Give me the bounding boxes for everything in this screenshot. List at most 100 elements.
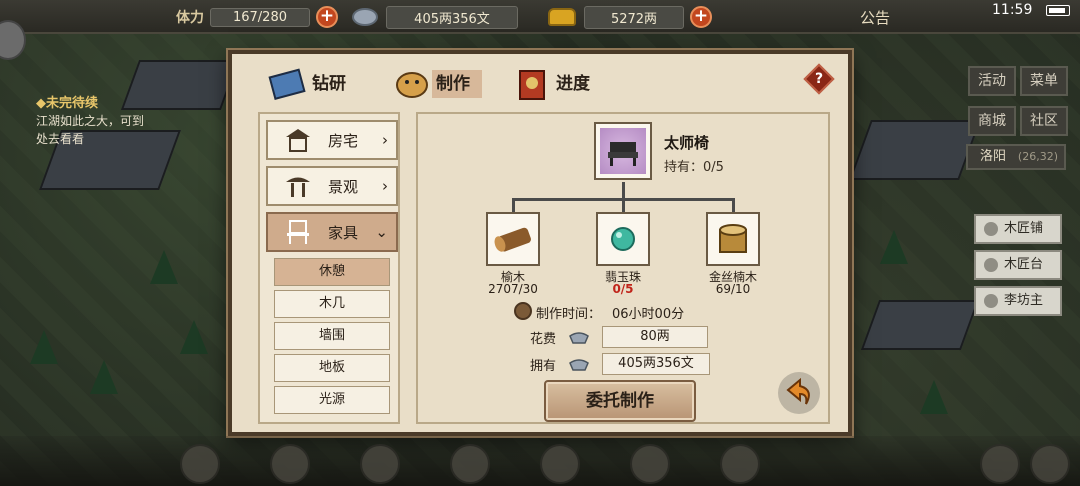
tab-label: 进度 xyxy=(556,74,590,94)
subcategory-light[interactable]: 光源 xyxy=(274,386,390,414)
category-housing[interactable]: 房宅 › xyxy=(266,120,398,160)
chevron-right-icon: › xyxy=(382,131,388,149)
back-button[interactable] xyxy=(776,370,822,416)
shop-entry-carpenter[interactable]: 木匠铺 xyxy=(974,214,1062,244)
city-location[interactable]: 洛阳 (26,32) xyxy=(966,144,1066,170)
tab-label: 制作 xyxy=(432,70,482,98)
shop-entry-workbench[interactable]: 木匠台 xyxy=(974,250,1062,280)
bottom-nav-item[interactable] xyxy=(450,444,490,484)
stamina-stat: 体力 167/280 + xyxy=(176,6,338,28)
material-count: 0/5 xyxy=(612,282,634,296)
cost-value: 80两 xyxy=(602,326,708,348)
tab-research[interactable]: 钻研 xyxy=(268,67,358,101)
city-coord: (26,32) xyxy=(1017,150,1058,163)
tab-progress[interactable]: 进度 xyxy=(512,67,602,101)
clock-time: 11:59 xyxy=(992,2,1033,18)
top-status-bar: 体力 167/280 + 405两356文 5272两 + 公告 11:59 xyxy=(0,0,1080,34)
shop-label: 木匠台 xyxy=(1004,257,1044,272)
have-value: 405两356文 xyxy=(602,353,710,375)
silver-ingot-icon xyxy=(352,8,378,26)
shop-label: 木匠铺 xyxy=(1004,221,1044,236)
house-icon xyxy=(284,127,312,153)
craft-time-value: 06小时00分 xyxy=(612,307,685,322)
city-name: 洛阳 xyxy=(980,149,1007,164)
wood-stump-icon xyxy=(719,224,747,253)
menu-button[interactable]: 菜单 xyxy=(1020,66,1068,96)
subcategory-table[interactable]: 木几 xyxy=(274,290,390,318)
cost-label: 花费 xyxy=(530,332,557,347)
commission-craft-button[interactable]: 委托制作 xyxy=(544,380,696,422)
tree xyxy=(90,360,118,394)
tree xyxy=(920,380,948,414)
log-icon xyxy=(494,227,531,252)
add-stamina-button[interactable]: + xyxy=(316,6,338,28)
tab-label: 钻研 xyxy=(312,74,346,94)
product-name: 太师椅 xyxy=(664,134,710,152)
recipe-detail: 太师椅 持有：0/5 榆木 2707/30 翡玉珠 0/5 金丝楠木 69/10… xyxy=(416,112,830,424)
gold-value: 5272两 xyxy=(584,5,684,29)
person-icon xyxy=(984,294,998,308)
quest-text[interactable]: 江湖如此之大，可到处去看看 xyxy=(36,112,154,148)
npc-entry-li[interactable]: 李坊主 xyxy=(974,286,1062,316)
dialog-tabs: 钻研 制作 进度 xyxy=(268,66,838,102)
tree xyxy=(30,330,58,364)
stamina-label: 体力 xyxy=(176,10,204,26)
pavilion-icon xyxy=(284,173,312,199)
jade-bead-icon xyxy=(611,227,635,251)
tab-craft[interactable]: 制作 xyxy=(392,70,482,98)
stamina-value: 167/280 xyxy=(210,7,310,27)
category-label: 景观 xyxy=(328,177,359,196)
tree xyxy=(150,250,178,284)
silver-ingot-icon xyxy=(569,359,589,371)
subcategory-floor[interactable]: 地板 xyxy=(274,354,390,382)
category-menu: 房宅 › 景观 › 家具 ⌄ 休憩 木几 墙围 地板 光源 xyxy=(258,112,400,424)
category-furniture[interactable]: 家具 ⌄ xyxy=(266,212,398,252)
bottom-nav-item[interactable] xyxy=(630,444,670,484)
bottom-nav-item[interactable] xyxy=(720,444,760,484)
cat-pouch-icon xyxy=(392,67,432,101)
gold-ingot-icon xyxy=(548,8,576,26)
bottom-nav-item[interactable] xyxy=(980,444,1020,484)
product-owned: 持有：0/5 xyxy=(664,160,724,175)
activity-button[interactable]: 活动 xyxy=(968,66,1016,96)
chair-icon xyxy=(284,219,312,245)
notice-button[interactable]: 公告 xyxy=(860,7,890,28)
house-roof xyxy=(120,60,240,110)
store-button[interactable]: 商城 xyxy=(968,106,1016,136)
bottom-nav-item[interactable] xyxy=(540,444,580,484)
have-label: 拥有 xyxy=(530,359,557,374)
material-count: 69/10 xyxy=(715,282,751,296)
armchair-icon xyxy=(600,128,646,174)
subcategory-wall[interactable]: 墙围 xyxy=(274,322,390,350)
bottom-nav-item[interactable] xyxy=(360,444,400,484)
tree xyxy=(180,320,208,354)
connector-line xyxy=(512,198,515,212)
clock-icon xyxy=(514,302,532,320)
connector-line xyxy=(622,198,625,212)
npc-label: 李坊主 xyxy=(1004,293,1044,308)
silver-ingot-icon xyxy=(569,332,589,344)
battery-icon xyxy=(1046,5,1070,16)
scroll-book-icon xyxy=(512,67,552,101)
bottom-nav-item[interactable] xyxy=(270,444,310,484)
gold-stat: 5272两 + xyxy=(548,5,712,29)
category-landscape[interactable]: 景观 › xyxy=(266,166,398,206)
material-slot-jade[interactable] xyxy=(596,212,650,266)
bottom-nav-item[interactable] xyxy=(180,444,220,484)
moon-icon xyxy=(984,258,998,272)
connector-line xyxy=(732,198,735,212)
back-arrow-icon xyxy=(778,372,820,414)
chevron-right-icon: › xyxy=(382,177,388,195)
product-slot[interactable] xyxy=(594,122,652,180)
subcategory-rest[interactable]: 休憩 xyxy=(274,258,390,286)
material-slot-elm[interactable] xyxy=(486,212,540,266)
community-button[interactable]: 社区 xyxy=(1020,106,1068,136)
house-roof xyxy=(860,300,980,350)
bottom-nav-item[interactable] xyxy=(1030,444,1070,484)
add-gold-button[interactable]: + xyxy=(690,6,712,28)
crafting-dialog: 钻研 制作 进度 ? 房宅 › 景观 › 家具 ⌄ 休憩 木几 墙围 地板 光源… xyxy=(228,50,852,436)
silver-value: 405两356文 xyxy=(386,5,518,29)
material-slot-nanmu[interactable] xyxy=(706,212,760,266)
quest-title[interactable]: ◆未完待续 xyxy=(36,92,98,111)
book-icon xyxy=(268,67,308,101)
